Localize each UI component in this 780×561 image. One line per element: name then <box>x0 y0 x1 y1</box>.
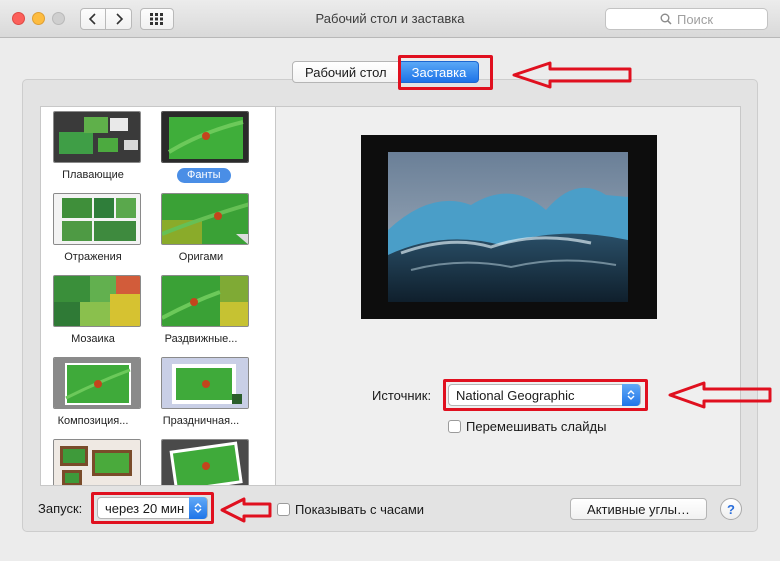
screensaver-label: Мозаика <box>71 333 115 345</box>
thumb-sliding[interactable] <box>161 275 249 327</box>
shuffle-row[interactable]: Перемешивать слайды <box>448 419 606 434</box>
start-select[interactable]: через 20 мин <box>97 497 208 519</box>
thumb-composition[interactable] <box>53 357 141 409</box>
search-icon <box>660 13 672 25</box>
segmented-tabs: Рабочий стол Заставка <box>292 61 480 83</box>
thumb-classic[interactable] <box>161 439 249 485</box>
source-value: National Geographic <box>456 387 575 403</box>
show-clock-checkbox[interactable] <box>277 503 290 516</box>
classic-preview-image <box>162 440 248 485</box>
search-field[interactable]: Поиск <box>605 8 768 30</box>
show-clock-label: Показывать с часами <box>295 502 425 517</box>
screensaver-label: Оригами <box>178 251 224 263</box>
screensaver-label: Плавающие <box>62 169 124 181</box>
screensaver-label: Праздничная... <box>162 415 240 427</box>
help-button[interactable]: ? <box>720 498 742 520</box>
thumb-origami[interactable] <box>161 193 249 245</box>
source-select[interactable]: National Geographic <box>448 384 641 406</box>
source-label: Источник: <box>372 388 432 403</box>
screensaver-list[interactable]: Плавающие Фанты Отражения Оригами Мозаик… <box>40 106 276 486</box>
updown-arrows-icon <box>622 384 640 406</box>
tab-screensaver[interactable]: Заставка <box>399 61 480 83</box>
screensaver-label: Отражения <box>64 251 122 263</box>
search-placeholder: Поиск <box>676 11 714 27</box>
origami-preview-image <box>162 194 248 244</box>
start-label: Запуск: <box>38 501 83 516</box>
start-value: через 20 мин <box>105 500 185 516</box>
screensaver-label: Раздвижные... <box>164 333 238 345</box>
thumb-gallery[interactable] <box>53 439 141 485</box>
updown-arrows-icon <box>189 497 207 519</box>
thumb-fanty[interactable] <box>161 111 249 163</box>
tab-desktop[interactable]: Рабочий стол <box>292 61 400 83</box>
floating-preview-image <box>54 112 140 162</box>
screensaver-label-selected: Фанты <box>177 168 231 183</box>
thumb-reflections[interactable] <box>53 193 141 245</box>
screensaver-label: Композиция... <box>57 415 129 427</box>
thumb-holiday[interactable] <box>161 357 249 409</box>
reflections-preview-image <box>54 194 140 244</box>
preview-wave-image <box>388 152 628 302</box>
thumb-floating[interactable] <box>53 111 141 163</box>
sliding-preview-image <box>162 276 248 326</box>
gallery-preview-image <box>54 440 140 485</box>
shuffle-label: Перемешивать слайды <box>466 419 607 434</box>
mosaic-preview-image <box>54 276 140 326</box>
shuffle-checkbox[interactable] <box>448 420 461 433</box>
thumb-mosaic[interactable] <box>53 275 141 327</box>
fanty-preview-image <box>162 112 248 162</box>
screensaver-preview <box>361 135 657 319</box>
hot-corners-button[interactable]: Активные углы… <box>570 498 707 520</box>
composition-preview-image <box>54 358 140 408</box>
title-bar: Рабочий стол и заставка Поиск <box>0 0 780 38</box>
show-clock-row[interactable]: Показывать с часами <box>277 502 424 517</box>
holiday-preview-image <box>162 358 248 408</box>
